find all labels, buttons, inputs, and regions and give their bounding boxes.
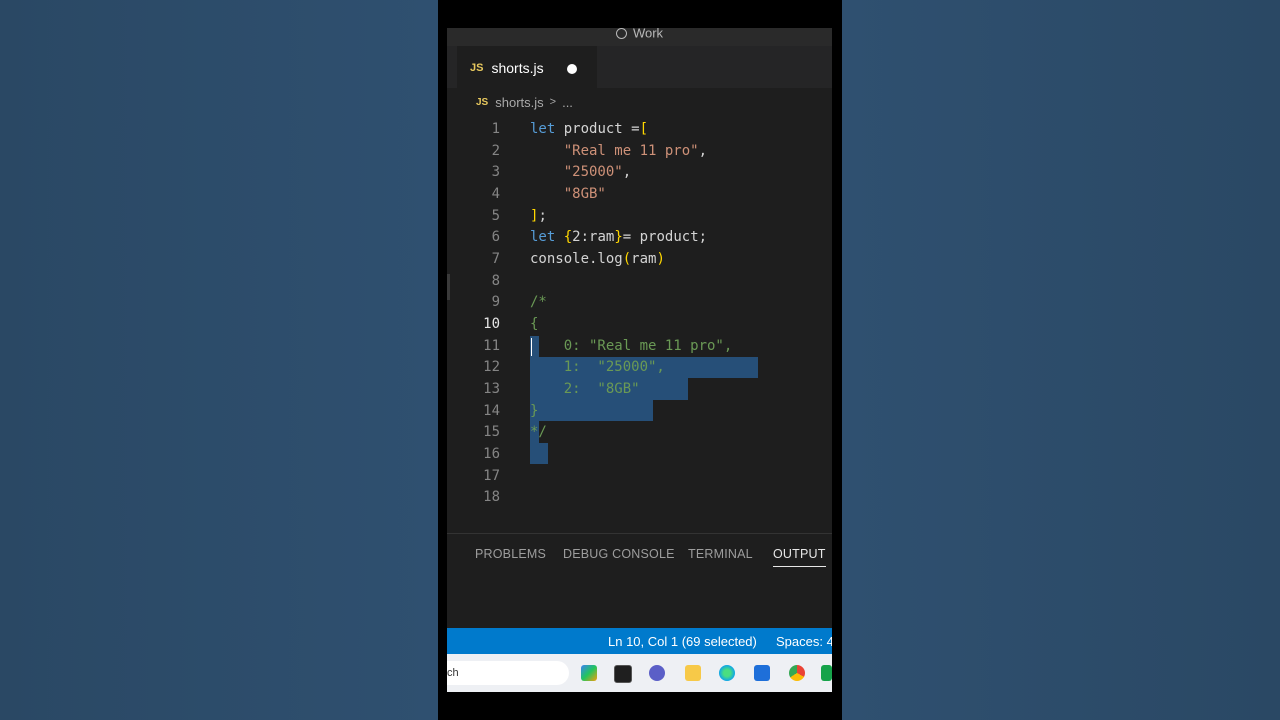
vscode-icon[interactable]	[754, 665, 770, 681]
editor-tab-bar: JS shorts.js	[447, 46, 832, 89]
code-line: 8	[447, 271, 832, 292]
indentation-setting[interactable]: Spaces: 4	[776, 634, 832, 649]
code-text: */	[530, 424, 547, 440]
tab-debug-console[interactable]: DEBUG CONSOLE	[563, 547, 675, 561]
code-line: 3 "25000",	[447, 162, 832, 183]
line-number: 15	[483, 424, 500, 440]
line-number: 13	[483, 381, 500, 397]
code-text: let product =[	[530, 121, 649, 137]
javascript-file-icon: JS	[470, 62, 484, 74]
code-text: let {2:ram}= product;	[530, 229, 708, 245]
code-text: {	[530, 316, 539, 332]
code-line: 12 1: "25000",	[447, 357, 832, 378]
code-text: console.log(ram)	[530, 251, 665, 267]
line-number: 7	[491, 251, 500, 267]
code-line: 2 "Real me 11 pro",	[447, 141, 832, 162]
code-line: 16	[447, 444, 832, 465]
windows-taskbar: ch	[447, 654, 832, 692]
code-line: 1 let product =[	[447, 119, 832, 140]
tab-title: shorts.js	[491, 60, 544, 76]
unsaved-dot-icon[interactable]	[567, 64, 577, 74]
line-number: 14	[483, 403, 500, 419]
code-line: 7 console.log(ram)	[447, 249, 832, 270]
javascript-file-icon: JS	[476, 96, 489, 108]
line-number: 8	[491, 273, 500, 289]
line-number: 12	[483, 359, 500, 375]
code-text: }	[530, 403, 539, 419]
status-bar: Ln 10, Col 1 (69 selected) Spaces: 4	[447, 628, 832, 654]
phone-frame: Work JS shorts.js JS shorts.js > ... 1 l…	[438, 0, 842, 720]
video-background-right	[842, 0, 1280, 720]
breadcrumb-more[interactable]: ...	[562, 95, 573, 110]
line-number: 5	[491, 208, 500, 224]
code-line: 4 "8GB"	[447, 184, 832, 205]
code-text: 1: "25000",	[530, 359, 665, 375]
code-editor[interactable]: 1 let product =[ 2 "Real me 11 pro", 3 "…	[447, 114, 832, 532]
code-line: 18	[447, 487, 832, 508]
code-text: "8GB"	[563, 186, 606, 202]
tab-output[interactable]: OUTPUT	[773, 547, 826, 567]
code-text: "Real me 11 pro",	[563, 143, 708, 159]
taskbar-search[interactable]: ch	[447, 661, 569, 685]
line-number: 9	[491, 294, 500, 310]
code-line: 11 0: "Real me 11 pro",	[447, 336, 832, 357]
copilot-icon[interactable]	[581, 665, 597, 681]
window-title: Work	[632, 28, 664, 41]
tab-problems[interactable]: PROBLEMS	[475, 547, 546, 561]
code-line: 13 2: "8GB"	[447, 379, 832, 400]
vscode-window: Work JS shorts.js JS shorts.js > ... 1 l…	[447, 28, 832, 692]
tab-shorts-js[interactable]: JS shorts.js	[457, 46, 597, 89]
terminal-icon[interactable]	[614, 665, 632, 683]
tab-terminal[interactable]: TERMINAL	[688, 547, 753, 561]
code-line: 15 */	[447, 422, 832, 443]
app-icon[interactable]	[821, 665, 832, 681]
code-text: /*	[530, 294, 547, 310]
code-line: 6 let {2:ram}= product;	[447, 227, 832, 248]
taskbar-search-text: ch	[447, 667, 459, 679]
code-line: 5 ];	[447, 206, 832, 227]
chat-icon[interactable]	[649, 665, 665, 681]
cursor-position[interactable]: Ln 10, Col 1 (69 selected)	[608, 634, 757, 649]
code-line: 10 {	[447, 314, 832, 335]
line-number: 6	[491, 229, 500, 245]
line-number: 10	[483, 316, 500, 332]
line-number: 2	[491, 143, 500, 159]
breadcrumb: JS shorts.js > ...	[447, 88, 832, 116]
chevron-right-icon: >	[549, 96, 557, 108]
output-panel[interactable]	[447, 573, 832, 628]
line-number: 17	[483, 468, 500, 484]
line-number: 16	[483, 446, 500, 462]
line-number: 11	[483, 338, 500, 354]
video-background-left	[0, 0, 438, 720]
chrome-icon[interactable]	[789, 665, 805, 681]
code-text: 0: "Real me 11 pro",	[530, 338, 733, 354]
code-line: 14 }	[447, 401, 832, 422]
search-icon	[615, 28, 627, 39]
phone-bottom-bar	[438, 692, 842, 720]
code-line: 9 /*	[447, 292, 832, 313]
title-bar[interactable]: Work	[447, 28, 832, 46]
line-number: 4	[491, 186, 500, 202]
code-text: ];	[530, 208, 547, 224]
panel-tab-bar: PROBLEMS DEBUG CONSOLE TERMINAL OUTPUT	[447, 533, 832, 574]
code-text: 2: "8GB"	[530, 381, 640, 397]
line-number: 18	[483, 489, 500, 505]
breadcrumb-file[interactable]: shorts.js	[495, 95, 543, 110]
browser-edge-icon[interactable]	[719, 665, 735, 681]
line-number: 1	[491, 121, 500, 137]
code-text: "25000",	[563, 164, 632, 180]
line-number: 3	[491, 164, 500, 180]
file-explorer-icon[interactable]	[685, 665, 701, 681]
code-line: 17	[447, 466, 832, 487]
